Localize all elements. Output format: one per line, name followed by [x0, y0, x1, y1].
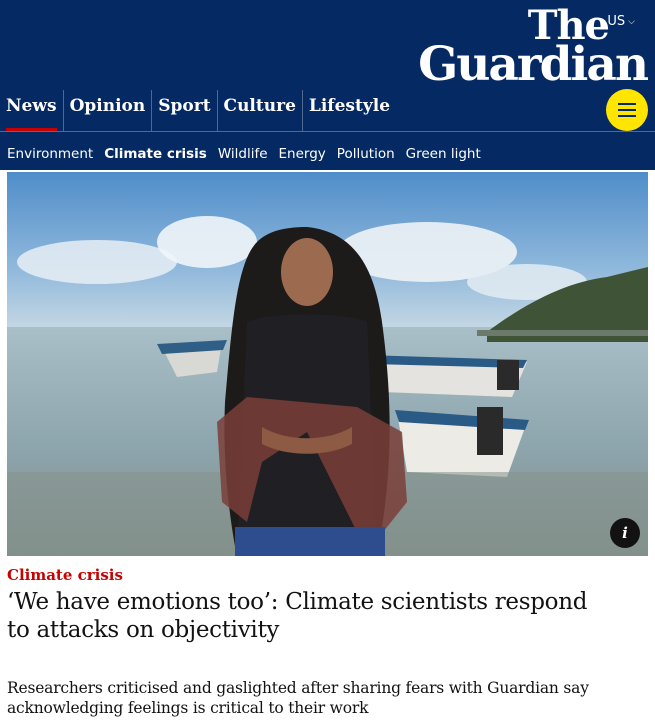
article-headline[interactable]: ‘We have emotions too’: Climate scientis… [7, 588, 607, 644]
site-header: US ⌵ The Guardian News Opinion Sport Cul… [0, 0, 655, 170]
pillar-news[interactable]: News [0, 90, 63, 132]
article-kicker[interactable]: Climate crisis [7, 566, 123, 584]
subnav-item-environment[interactable]: Environment [7, 146, 93, 162]
subnav-item-energy[interactable]: Energy [279, 146, 326, 162]
article-standfirst: Researchers criticised and gaslighted af… [7, 679, 589, 717]
subnav-item-wildlife[interactable]: Wildlife [218, 146, 268, 162]
subnav-item-climate-crisis[interactable]: Climate crisis [104, 146, 207, 162]
subnav: Environment Climate crisis Wildlife Ener… [7, 146, 481, 162]
subnav-item-pollution[interactable]: Pollution [337, 146, 395, 162]
logo-line-guardian: Guardian [418, 37, 649, 92]
pillar-nav: News Opinion Sport Culture Lifestyle [0, 90, 396, 132]
pillar-label: Sport [158, 96, 211, 116]
hero-photo [7, 172, 648, 556]
info-label: i [622, 524, 628, 542]
pillar-label: Lifestyle [308, 96, 391, 116]
pillar-label: Opinion [69, 96, 146, 116]
pillar-lifestyle[interactable]: Lifestyle [301, 90, 396, 132]
hero-image: i [7, 172, 648, 556]
pillar-label: Culture [223, 96, 296, 116]
hamburger-icon[interactable] [606, 89, 648, 131]
subnav-item-green-light[interactable]: Green light [406, 146, 481, 162]
info-icon[interactable]: i [610, 518, 640, 548]
pillar-sport[interactable]: Sport [151, 90, 216, 132]
header-divider [0, 131, 655, 132]
pillar-label: News [6, 96, 57, 116]
pillar-culture[interactable]: Culture [216, 90, 302, 132]
pillar-opinion[interactable]: Opinion [62, 90, 152, 132]
guardian-logo[interactable]: The Guardian [418, 6, 649, 92]
